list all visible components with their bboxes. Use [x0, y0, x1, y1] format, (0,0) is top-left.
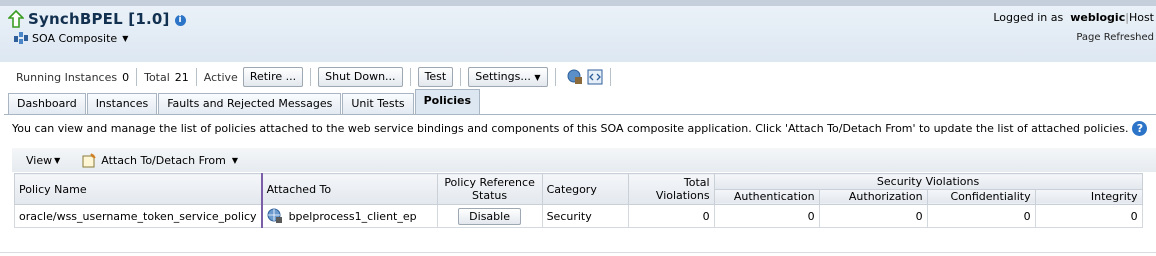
tab-dashboard[interactable]: Dashboard — [8, 93, 86, 115]
divider — [609, 68, 611, 86]
col-policy-name[interactable]: Policy Name — [13, 173, 263, 205]
chevron-down-icon: ▼ — [122, 33, 129, 43]
page-title: SynchBPEL [1.0] — [28, 10, 170, 28]
description-text: You can view and manage the list of poli… — [12, 122, 1129, 135]
soa-composite-menu[interactable]: SOA Composite ▼ — [13, 31, 128, 45]
attach-detach-button[interactable]: Attach To/Detach From ▼ — [82, 152, 238, 168]
chevron-down-icon: ▼ — [231, 155, 238, 165]
table-header-row: Policy Name Attached To Policy Reference… — [13, 173, 1143, 205]
divider — [310, 68, 312, 86]
view-menu[interactable]: View ▼ — [26, 154, 60, 167]
policy-name-cell: oracle/wss_username_token_service_policy — [13, 204, 263, 228]
active-status-label: Active — [203, 70, 238, 84]
divider — [409, 68, 411, 86]
col-policy-ref-status[interactable]: Policy Reference Status — [436, 173, 543, 205]
policies-description: You can view and manage the list of poli… — [12, 121, 1148, 136]
retire-button[interactable]: Retire ... — [242, 67, 304, 87]
col-attached-to[interactable]: Attached To — [260, 173, 438, 205]
up-arrow-icon — [7, 9, 25, 28]
col-category[interactable]: Category — [541, 173, 629, 205]
confidentiality-cell: 0 — [926, 204, 1036, 228]
divider — [136, 68, 138, 86]
tab-policies[interactable]: Policies — [414, 89, 481, 115]
deploy-icon[interactable] — [567, 69, 583, 85]
page-refreshed: Page Refreshed — [1076, 32, 1154, 43]
tab-instances[interactable]: Instances — [86, 93, 158, 115]
login-info: Logged in as weblogic|Host — [993, 11, 1154, 24]
shut-down-button[interactable]: Shut Down... — [318, 67, 403, 87]
col-total-violations[interactable]: Total Violations — [627, 173, 715, 205]
col-group-security-violations: Security Violations — [713, 173, 1143, 190]
xml-source-icon[interactable] — [587, 69, 603, 85]
col-confidentiality[interactable]: Confidentiality — [926, 188, 1036, 205]
total-label: Total — [144, 70, 170, 84]
table-row[interactable]: oracle/wss_username_token_service_policy… — [13, 204, 1143, 228]
bottom-border — [0, 252, 1156, 253]
tab-unit-tests[interactable]: Unit Tests — [342, 93, 414, 115]
composite-toolbar: Running Instances 0 Total 21 Active Reti… — [6, 66, 618, 88]
web-service-icon — [267, 208, 283, 224]
divider — [460, 68, 462, 86]
divider — [195, 68, 197, 86]
total-value: 21 — [174, 70, 189, 84]
col-authentication[interactable]: Authentication — [713, 188, 820, 205]
policies-table: Policy Name Attached To Policy Reference… — [13, 173, 1143, 228]
user-name: weblogic — [1070, 11, 1126, 24]
tab-underline — [4, 114, 1156, 115]
tab-bar: Dashboard Instances Faults and Rejected … — [8, 89, 481, 115]
info-icon[interactable]: i — [174, 15, 186, 26]
chevron-down-icon: ▼ — [54, 155, 61, 165]
running-instances-label: Running Instances — [16, 70, 118, 84]
title-row: SynchBPEL [1.0] i — [7, 9, 186, 28]
settings-menu-button[interactable]: Settings... ▼ — [468, 67, 548, 87]
page-header: SynchBPEL [1.0] i SOA Composite ▼ Logged… — [0, 6, 1156, 62]
running-instances-value: 0 — [122, 70, 130, 84]
composite-icon — [13, 31, 29, 45]
disable-button[interactable]: Disable — [458, 207, 521, 225]
test-button[interactable]: Test — [417, 67, 454, 87]
host-link[interactable]: Host — [1129, 11, 1154, 24]
tab-faults[interactable]: Faults and Rejected Messages — [158, 93, 342, 115]
col-authorization[interactable]: Authorization — [818, 188, 928, 205]
col-integrity[interactable]: Integrity — [1034, 188, 1143, 205]
policy-status-cell: Disable — [436, 204, 543, 228]
total-violations-cell: 0 — [627, 204, 715, 228]
policies-toolbar: View ▼ Attach To/Detach From ▼ — [12, 148, 1156, 172]
divider — [554, 68, 556, 86]
authentication-cell: 0 — [713, 204, 820, 228]
soa-composite-label: SOA Composite — [32, 31, 118, 45]
category-cell: Security — [541, 204, 629, 228]
authorization-cell: 0 — [818, 204, 928, 228]
integrity-cell: 0 — [1034, 204, 1143, 228]
attached-to-cell: bpelprocess1_client_ep — [260, 204, 438, 228]
chevron-down-icon: ▼ — [534, 73, 541, 82]
attach-detach-icon — [82, 152, 97, 168]
help-icon[interactable]: ? — [1132, 121, 1148, 136]
endpoint-name[interactable]: bpelprocess1_client_ep — [289, 210, 417, 223]
